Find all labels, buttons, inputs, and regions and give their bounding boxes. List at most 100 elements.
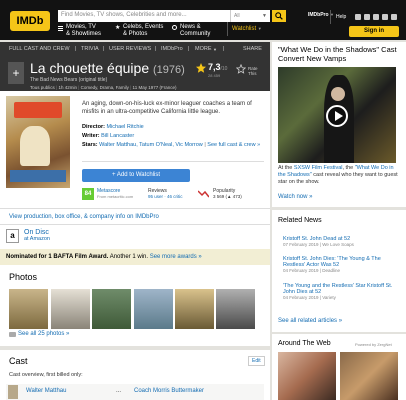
subnav-imdbpro[interactable]: IMDbPro (161, 46, 183, 52)
watch-now-link[interactable]: Watch now » (278, 194, 312, 200)
sign-in-button[interactable]: Sign in (349, 26, 399, 37)
search-input[interactable]: Find Movies, TV shows, Celebrities and m… (58, 10, 230, 22)
chevron-down-icon: ▼ (213, 47, 217, 52)
see-all-photos-link[interactable]: See all 25 photos » (18, 331, 69, 337)
promo-thumbnail[interactable] (340, 352, 398, 400)
photo-thumbnail[interactable] (92, 289, 131, 329)
title-year[interactable]: (1976) (153, 64, 185, 76)
caption-pre: At the (278, 165, 293, 171)
news-title[interactable]: Kristoff St. John Dies: 'The Young & The… (283, 256, 401, 268)
search-button[interactable] (272, 10, 286, 22)
title-subnav: FULL CAST AND CREW | TRIVIA | USER REVIE… (0, 42, 270, 56)
photo-thumbnail[interactable] (216, 289, 255, 329)
cast-edit-label: Edit (252, 358, 261, 364)
amazon-icon[interactable]: a (6, 229, 19, 243)
writer-link[interactable]: Bill Lancaster (101, 133, 134, 139)
facebook-icon[interactable] (355, 14, 361, 20)
writer-label: Writer: (82, 133, 100, 139)
genres[interactable]: Comedy, Drama, Family (81, 85, 129, 90)
around-the-web-heading: Around The Web (278, 340, 331, 347)
subnav-share[interactable]: SHARE (243, 46, 262, 52)
photo-thumbnail[interactable] (134, 289, 173, 329)
award-nomination: Nominated for 1 BAFTA Film Award. (6, 254, 109, 260)
sxsw-link[interactable]: SXSW Film Festival (294, 165, 343, 171)
search-category-select[interactable]: All ▼ (230, 10, 270, 22)
twitter-icon[interactable] (382, 14, 388, 20)
subnav-full-cast[interactable]: FULL CAST AND CREW (9, 46, 70, 52)
news-item: Kristoff St. John Dies: 'The Young & The… (283, 256, 401, 273)
nav-movies-tv[interactable]: Movies, TV & Showtimes (66, 24, 101, 38)
globe-icon (172, 25, 177, 30)
news-date: 04 February 2019 (283, 268, 319, 273)
nav-news-community[interactable]: News & Community (180, 24, 210, 38)
movie-poster[interactable] (6, 96, 70, 188)
rate-star-outline-icon[interactable] (236, 64, 246, 74)
subnav-divider: | (103, 46, 105, 52)
section-separator (0, 346, 270, 350)
release-date[interactable]: 11 May 1977 (France) (133, 85, 177, 90)
nav-movies-tv-line2: & Showtimes (66, 31, 102, 37)
rate-this-label[interactable]: Rate This (248, 66, 264, 76)
awards-banner: Nominated for 1 BAFTA Film Award. Anothe… (0, 249, 270, 265)
imdbpro-production-link[interactable]: View production, box office, & company i… (9, 214, 159, 220)
reviews-detail[interactable]: 95 user · 46 critic (148, 194, 183, 199)
video-title[interactable]: "What We Do in the Shadows" Cast Convert… (278, 45, 402, 63)
nav-celebs-events[interactable]: Celebs, Events & Photos (123, 24, 163, 38)
play-icon[interactable] (326, 105, 348, 127)
rating-count[interactable]: 28 459 (208, 73, 220, 78)
subnav-divider: | (223, 46, 225, 52)
see-all-news-link[interactable]: See all related articles » (278, 318, 342, 324)
watchlist-link[interactable]: Watchlist ▼ (232, 26, 262, 32)
poster-art (10, 170, 66, 182)
photos-heading: Photos (9, 272, 38, 282)
photo-thumbnail[interactable] (9, 289, 48, 329)
metascore-badge[interactable]: 84 (82, 188, 94, 200)
on-disc-block[interactable]: On Disc at Amazon (24, 229, 50, 242)
on-disc-title: On Disc (24, 229, 49, 236)
see-more-awards-link[interactable]: See more awards » (150, 254, 202, 260)
divider (82, 161, 264, 162)
director-link[interactable]: Michael Ritchie (106, 124, 143, 130)
instagram-icon[interactable] (364, 14, 370, 20)
see-full-cast-link[interactable]: See full cast & crew » (207, 142, 260, 148)
plot-summary: An aging, down-on-his-luck ex-minor leag… (82, 101, 252, 115)
nav-news-line2: Community (180, 31, 211, 37)
metascore-source: From metacritic.com (97, 194, 134, 199)
rating-star-icon (196, 63, 206, 73)
subnav-trivia[interactable]: TRIVIA (81, 46, 99, 52)
add-to-watchlist-button[interactable]: + Add to Watchlist (82, 169, 190, 182)
rating-max: /10 (220, 66, 228, 72)
twitch-icon[interactable] (373, 14, 379, 20)
character-name[interactable]: Coach Morris Buttermaker (134, 388, 204, 394)
photo-thumbnail[interactable] (175, 289, 214, 329)
metascore-info: Metascore From metacritic.com (97, 188, 133, 199)
original-title: The Bad News Bears (original title) (30, 77, 108, 83)
subnav-divider: | (188, 46, 190, 52)
help-link[interactable]: Help (336, 14, 346, 20)
subnav-user-reviews[interactable]: USER REVIEWS (109, 46, 151, 52)
chevron-down-icon: ▼ (257, 26, 262, 31)
promo-thumbnail[interactable] (278, 352, 336, 400)
youtube-icon[interactable] (391, 14, 397, 20)
stars-links[interactable]: Walter Matthau, Tatum O'Neal, Vic Morrow (99, 142, 203, 148)
news-item: 'The Young and the Restless' Star Kristo… (283, 283, 401, 300)
imdbpro-label: IMDbPro (308, 12, 329, 18)
writer-credit: Writer: Bill Lancaster (82, 133, 134, 139)
nav-divider (330, 10, 331, 24)
video-caption: At the SXSW Film Festival, the "What We … (278, 165, 400, 186)
nav-celebs-line2: & Photos (123, 31, 148, 37)
add-to-watchlist-ribbon[interactable]: + (8, 62, 24, 84)
imdb-logo[interactable]: IMDb (10, 11, 50, 31)
actor-name[interactable]: Walter Matthau (26, 388, 66, 394)
cast-edit-button[interactable]: Edit (248, 356, 265, 366)
poster-art (20, 126, 50, 166)
search-icon (275, 12, 283, 20)
on-disc-amazon: at Amazon (24, 236, 50, 242)
nav-movies-tv-line1: Movies, TV (66, 24, 96, 30)
actor-photo[interactable] (8, 385, 18, 399)
news-title[interactable]: 'The Young and the Restless' Star Kristo… (283, 283, 401, 295)
video-thumbnail[interactable] (278, 67, 396, 163)
photo-thumbnail[interactable] (51, 289, 90, 329)
subnav-more[interactable]: MORE (195, 46, 212, 52)
divider (0, 224, 270, 225)
